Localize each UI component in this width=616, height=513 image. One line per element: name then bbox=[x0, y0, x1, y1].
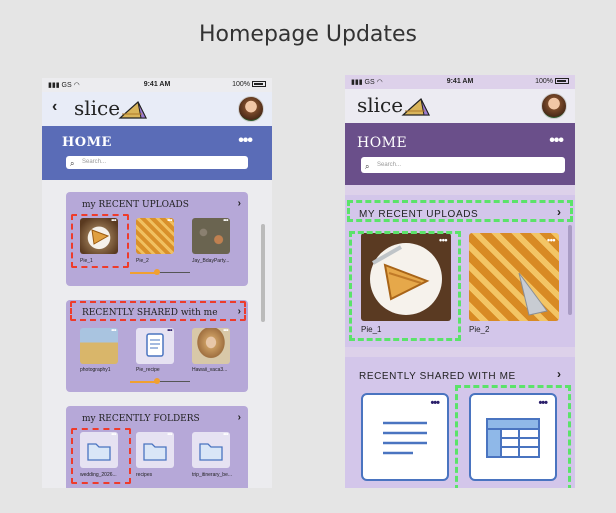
search-placeholder: Search... bbox=[377, 162, 402, 168]
shared-thumbnail-hawaii[interactable]: ••• bbox=[192, 328, 230, 364]
upload-label: Pie_1 bbox=[361, 325, 382, 334]
more-options-icon[interactable]: ••• bbox=[238, 132, 253, 150]
folder-label: wedding_2026... bbox=[80, 472, 117, 478]
scrollbar[interactable] bbox=[568, 225, 572, 315]
chevron-right-icon[interactable]: › bbox=[238, 198, 241, 209]
more-options-icon[interactable]: ••• bbox=[430, 397, 440, 409]
shared-document-tile[interactable]: ••• bbox=[361, 393, 449, 481]
carousel-scroll-knob[interactable] bbox=[154, 378, 160, 384]
search-icon: ⌕ bbox=[70, 159, 75, 168]
more-options-icon[interactable]: ••• bbox=[111, 218, 116, 224]
upload-label: Pie_2 bbox=[136, 258, 149, 264]
pie-slice-logo-icon bbox=[401, 98, 430, 116]
status-bar: ▮▮▮ GS ◠ 9:41 AM 100% bbox=[345, 75, 575, 89]
app-bar: ‹ slice bbox=[42, 92, 272, 126]
upload-thumbnail-pie-1[interactable]: ••• bbox=[361, 233, 451, 321]
home-header: HOME ••• ⌕ Search... bbox=[42, 126, 272, 180]
user-avatar[interactable] bbox=[238, 96, 264, 122]
more-options-icon[interactable]: ••• bbox=[111, 432, 116, 438]
more-options-icon[interactable]: ••• bbox=[223, 328, 228, 334]
app-logo-text: slice bbox=[357, 93, 404, 117]
home-title: HOME bbox=[62, 135, 112, 150]
shared-thumbnail-photography[interactable]: ••• bbox=[80, 328, 118, 364]
more-options-icon[interactable]: ••• bbox=[167, 432, 172, 438]
recent-uploads-card: my RECENT UPLOADS › ••• Pie_1 ••• Pie_2 … bbox=[66, 192, 248, 286]
folder-thumbnail-recipes[interactable]: ••• bbox=[136, 432, 174, 468]
card-title: RECENTLY SHARED with me bbox=[82, 308, 218, 318]
scrollbar[interactable] bbox=[261, 224, 265, 322]
app-bar: slice bbox=[345, 89, 575, 123]
search-input[interactable]: ⌕ Search... bbox=[361, 157, 565, 173]
more-options-icon[interactable]: ••• bbox=[223, 432, 228, 438]
section-title: RECENTLY SHARED WITH ME bbox=[359, 371, 516, 382]
home-title: HOME bbox=[357, 135, 408, 151]
chevron-right-icon[interactable]: › bbox=[238, 412, 241, 423]
app-logo-text: slice bbox=[74, 96, 121, 120]
more-options-icon[interactable]: ••• bbox=[439, 235, 447, 245]
search-icon: ⌕ bbox=[365, 162, 370, 171]
back-chevron-icon[interactable]: ‹ bbox=[52, 98, 57, 116]
recent-folders-card: my RECENTLY FOLDERS › ••• wedding_2026..… bbox=[66, 406, 248, 488]
battery-indicator: 100% bbox=[232, 81, 266, 88]
user-avatar[interactable] bbox=[541, 93, 567, 119]
upload-thumbnail-party[interactable]: ••• bbox=[192, 218, 230, 254]
carousel-fill bbox=[130, 381, 157, 383]
more-options-icon[interactable]: ••• bbox=[223, 218, 228, 224]
battery-icon bbox=[252, 81, 266, 87]
shared-label: Pie_recipe bbox=[136, 367, 160, 373]
chevron-right-icon[interactable]: › bbox=[557, 205, 561, 219]
search-placeholder: Search... bbox=[82, 159, 107, 165]
folder-thumbnail-trip[interactable]: ••• bbox=[192, 432, 230, 468]
pie-slice-logo-icon bbox=[118, 101, 147, 119]
upload-label: Pie_1 bbox=[80, 258, 93, 264]
recently-shared-section: RECENTLY SHARED WITH ME › ••• ••• bbox=[345, 357, 575, 488]
more-options-icon[interactable]: ••• bbox=[167, 218, 172, 224]
home-header: HOME ••• ⌕ Search... bbox=[345, 123, 575, 185]
recently-shared-card: RECENTLY SHARED with me › ••• photograph… bbox=[66, 300, 248, 392]
more-options-icon[interactable]: ••• bbox=[167, 328, 172, 334]
section-title: MY RECENT UPLOADS bbox=[359, 209, 479, 220]
page-title: Homepage Updates bbox=[198, 22, 418, 47]
recent-uploads-section: MY RECENT UPLOADS › ••• Pie_1 ••• Pie_2 bbox=[345, 195, 575, 347]
shared-label: Hawaii_vaca3... bbox=[192, 367, 228, 373]
search-input[interactable]: ⌕ Search... bbox=[66, 156, 248, 169]
more-options-icon[interactable]: ••• bbox=[547, 235, 555, 245]
upload-label: Jay_BdayParty... bbox=[192, 258, 230, 264]
folder-thumbnail-wedding[interactable]: ••• bbox=[80, 432, 118, 468]
card-title: my RECENT UPLOADS bbox=[82, 200, 189, 210]
more-options-icon[interactable]: ••• bbox=[549, 132, 564, 150]
status-bar: ▮▮▮ GS ◠ 9:41 AM 100% bbox=[42, 78, 272, 92]
carousel-fill bbox=[130, 272, 157, 274]
upload-thumbnail-pie-2[interactable]: ••• bbox=[469, 233, 559, 321]
folder-label: recipes bbox=[136, 472, 153, 478]
phone-mockup-before: ▮▮▮ GS ◠ 9:41 AM 100% ‹ slice HOME ••• ⌕… bbox=[42, 78, 272, 488]
battery-indicator: 100% bbox=[535, 78, 569, 85]
chevron-right-icon[interactable]: › bbox=[557, 367, 561, 381]
phone-mockup-after: ▮▮▮ GS ◠ 9:41 AM 100% slice HOME ••• ⌕ S… bbox=[345, 75, 575, 488]
shared-spreadsheet-tile[interactable]: ••• bbox=[469, 393, 557, 481]
battery-icon bbox=[555, 78, 569, 84]
folder-label: trip_itinerary_be... bbox=[192, 472, 233, 478]
chevron-right-icon[interactable]: › bbox=[238, 306, 241, 317]
card-title: my RECENTLY FOLDERS bbox=[82, 414, 200, 424]
shared-thumbnail-recipe[interactable]: ••• bbox=[136, 328, 174, 364]
upload-label: Pie_2 bbox=[469, 325, 490, 334]
more-options-icon[interactable]: ••• bbox=[111, 328, 116, 334]
carousel-scroll-knob[interactable] bbox=[154, 269, 160, 275]
upload-thumbnail-pie-1[interactable]: ••• bbox=[80, 218, 118, 254]
shared-label: photography1 bbox=[80, 367, 111, 373]
upload-thumbnail-pie-2[interactable]: ••• bbox=[136, 218, 174, 254]
more-options-icon[interactable]: ••• bbox=[538, 397, 548, 409]
